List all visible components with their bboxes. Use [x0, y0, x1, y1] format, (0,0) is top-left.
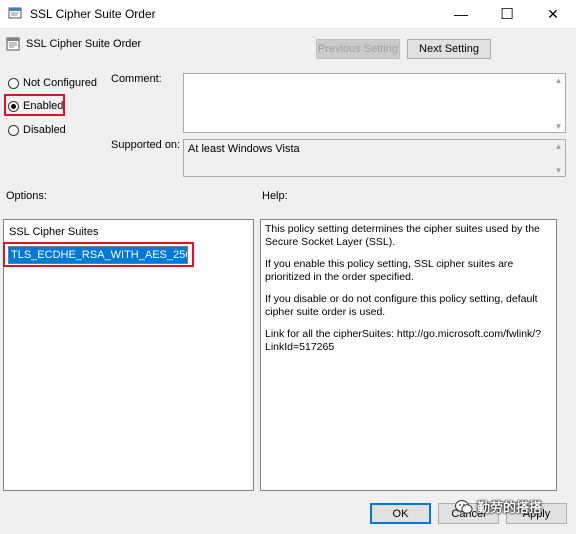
comment-scrollbar[interactable]: ▲ ▼: [552, 74, 565, 132]
title-bar: SSL Cipher Suite Order — ☐ ✕: [0, 0, 576, 29]
radio-enabled[interactable]: Enabled: [8, 100, 63, 112]
next-setting-button[interactable]: Next Setting: [407, 39, 491, 59]
window-title: SSL Cipher Suite Order: [30, 7, 156, 21]
supported-field: At least Windows Vista ▲ ▼: [183, 139, 566, 177]
wechat-icon: [455, 499, 473, 514]
watermark-text: 勤劳的搭搭: [477, 500, 543, 515]
maximize-icon: ☐: [500, 6, 514, 23]
help-paragraph-3: If you disable or do not configure this …: [265, 293, 538, 318]
minimize-icon: —: [454, 6, 468, 22]
supported-scrollbar[interactable]: ▲ ▼: [552, 140, 565, 176]
policy-setting-icon: [6, 37, 20, 51]
help-panel: This policy setting determines the ciphe…: [260, 219, 557, 491]
radio-disabled[interactable]: Disabled: [8, 124, 66, 136]
policy-app-icon: [8, 7, 22, 19]
help-label: Help:: [262, 190, 288, 202]
cipher-suites-label: SSL Cipher Suites: [9, 226, 99, 238]
radio-not-configured[interactable]: Not Configured: [8, 77, 97, 89]
scroll-up-icon[interactable]: ▲: [552, 140, 565, 152]
radio-not-configured-circle[interactable]: [8, 77, 19, 89]
radio-not-configured-label: Not Configured: [23, 77, 97, 89]
supported-label: Supported on:: [111, 139, 181, 151]
minimize-button[interactable]: —: [438, 0, 484, 28]
radio-disabled-label: Disabled: [23, 124, 66, 136]
comment-label: Comment:: [111, 73, 162, 85]
supported-value: At least Windows Vista: [188, 143, 300, 155]
close-button[interactable]: ✕: [530, 0, 576, 28]
scroll-down-icon[interactable]: ▼: [552, 120, 565, 132]
radio-enabled-label: Enabled: [23, 100, 64, 112]
help-paragraph-2: If you enable this policy setting, SSL c…: [265, 258, 514, 283]
help-text: This policy setting determines the ciphe…: [265, 223, 551, 363]
comment-field[interactable]: ▲ ▼: [183, 73, 566, 133]
cipher-suites-input[interactable]: TLS_ECDHE_RSA_WITH_AES_256_GCM_S: [8, 246, 188, 264]
help-paragraph-4: Link for all the cipherSuites: http://go…: [265, 328, 542, 353]
cipher-suites-value: TLS_ECDHE_RSA_WITH_AES_256_GCM_S: [9, 247, 187, 263]
radio-enabled-circle[interactable]: [8, 100, 19, 112]
scroll-down-icon[interactable]: ▼: [552, 164, 565, 176]
previous-setting-button[interactable]: Previous Setting: [316, 39, 400, 59]
radio-disabled-circle[interactable]: [8, 124, 19, 136]
scroll-up-icon[interactable]: ▲: [552, 74, 565, 86]
options-label: Options:: [6, 190, 47, 202]
maximize-button[interactable]: ☐: [484, 0, 530, 28]
policy-name: SSL Cipher Suite Order: [26, 38, 142, 50]
close-icon: ✕: [547, 5, 559, 22]
help-paragraph-1: This policy setting determines the ciphe…: [265, 223, 540, 248]
ok-button[interactable]: OK: [370, 503, 431, 524]
watermark: 勤劳的搭搭: [455, 497, 542, 516]
